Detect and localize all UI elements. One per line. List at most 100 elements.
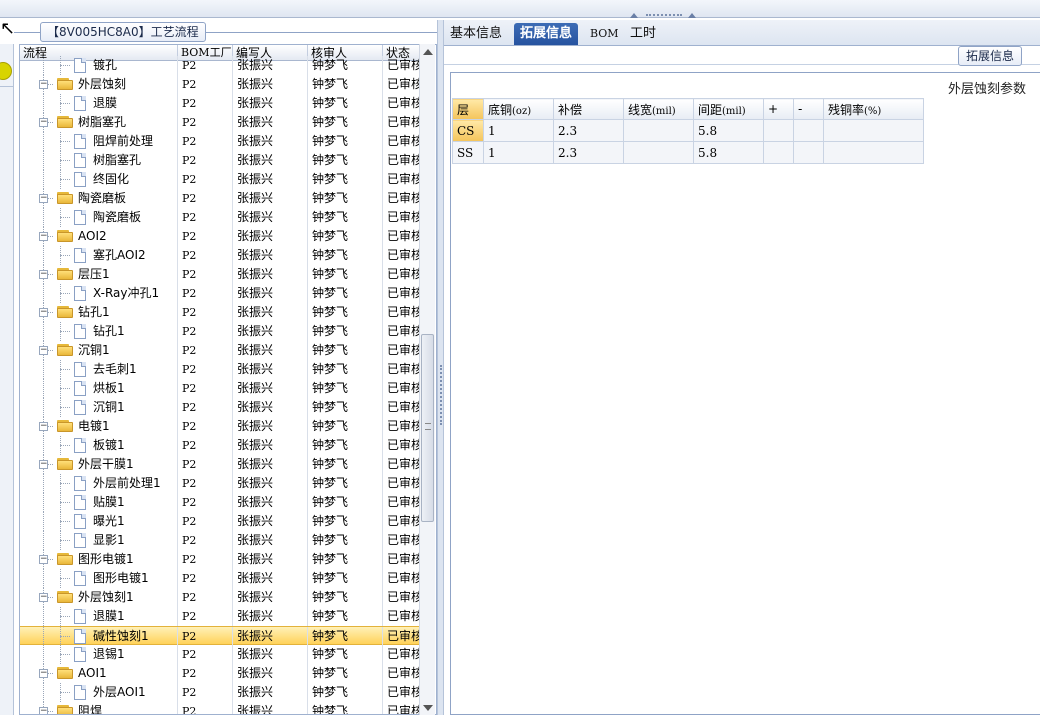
cell-line-width[interactable] [623,141,694,164]
tree-node-cell[interactable]: 退锡1 [20,645,178,664]
collapse-toggle-icon[interactable]: − [39,270,48,279]
tree-node-cell[interactable]: 去毛刺1 [20,360,178,379]
tree-row[interactable]: 碱性蚀刻1 P2 张振兴 钟梦飞 已审核 [20,626,420,646]
cell-spacing[interactable]: 5.8 [693,141,764,164]
tree-node-cell[interactable]: 镀孔 [20,56,178,75]
tree-node-cell[interactable]: − 外层蚀刻1 [20,588,178,607]
cell-base-copper[interactable]: 1 [483,141,554,164]
tree-row[interactable]: 镀孔 P2 张振兴 钟梦飞 已审核 [20,56,420,75]
cell-base-copper[interactable]: 1 [483,119,554,142]
scroll-down-arrow-icon[interactable] [423,705,433,711]
scroll-up-arrow-icon[interactable] [423,49,433,55]
tree-row[interactable]: − 图形电镀1 P2 张振兴 钟梦飞 已审核 [20,550,420,569]
tree-row[interactable]: 退膜1 P2 张振兴 钟梦飞 已审核 [20,607,420,626]
scroll-thumb[interactable] [421,334,434,522]
tree-node-cell[interactable]: − 外层蚀刻 [20,75,178,94]
tree-node-cell[interactable]: − 沉铜1 [20,341,178,360]
tree-row[interactable]: − 电镀1 P2 张振兴 钟梦飞 已审核 [20,417,420,436]
cell-plus[interactable] [763,119,794,142]
tree-node-cell[interactable]: − 陶瓷磨板 [20,189,178,208]
tree-row[interactable]: 贴膜1 P2 张振兴 钟梦飞 已审核 [20,493,420,512]
tree-row[interactable]: − 阻焊 P2 张振兴 钟梦飞 已审核 [20,702,420,714]
collapse-toggle-icon[interactable]: − [39,422,48,431]
collapse-toggle-icon[interactable]: − [39,460,48,469]
col-compensation[interactable]: 补偿 [553,98,624,120]
tree-node-cell[interactable]: 曝光1 [20,512,178,531]
collapse-toggle-icon[interactable]: − [39,118,48,127]
cell-minus[interactable] [793,141,824,164]
cell-layer[interactable]: CS [452,119,484,142]
tree-node-cell[interactable]: 终固化 [20,170,178,189]
tree-node-cell[interactable]: 退膜 [20,94,178,113]
tree-node-cell[interactable]: 塞孔AOI2 [20,246,178,265]
tree-vertical-scrollbar[interactable] [419,44,435,715]
tree-row[interactable]: 显影1 P2 张振兴 钟梦飞 已审核 [20,531,420,550]
collapse-toggle-icon[interactable]: − [39,555,48,564]
col-layer[interactable]: 层 [452,98,484,120]
col-line-width[interactable]: 线宽(mil) [623,98,694,120]
tree-row[interactable]: − 外层蚀刻 P2 张振兴 钟梦飞 已审核 [20,75,420,94]
tree-row[interactable]: − 层压1 P2 张振兴 钟梦飞 已审核 [20,265,420,284]
tree-row[interactable]: 塞孔AOI2 P2 张振兴 钟梦飞 已审核 [20,246,420,265]
tree-row[interactable]: 陶瓷磨板 P2 张振兴 钟梦飞 已审核 [20,208,420,227]
splitter-grip-handle[interactable] [440,365,442,425]
tree-node-cell[interactable]: − 阻焊 [20,702,178,714]
tree-node-cell[interactable]: 烘板1 [20,379,178,398]
splitter-up-arrow-icon-2[interactable] [688,13,696,18]
tree-row[interactable]: − 树脂塞孔 P2 张振兴 钟梦飞 已审核 [20,113,420,132]
col-plus[interactable]: + [763,98,794,120]
cell-plus[interactable] [763,141,794,164]
tree-node-cell[interactable]: 外层前处理1 [20,474,178,493]
tree-row[interactable]: − 沉铜1 P2 张振兴 钟梦飞 已审核 [20,341,420,360]
top-grip-handle[interactable] [646,14,682,17]
tree-row[interactable]: − 陶瓷磨板 P2 张振兴 钟梦飞 已审核 [20,189,420,208]
col-base-copper[interactable]: 底铜(oz) [483,98,554,120]
tree-row[interactable]: − 外层蚀刻1 P2 张振兴 钟梦飞 已审核 [20,588,420,607]
collapse-toggle-icon[interactable]: − [39,346,48,355]
tree-node-cell[interactable]: 外层AOI1 [20,683,178,702]
tree-row[interactable]: 烘板1 P2 张振兴 钟梦飞 已审核 [20,379,420,398]
tree-node-cell[interactable]: 阻焊前处理 [20,132,178,151]
tab-work-hours[interactable]: 工时 [624,23,662,45]
tree-node-cell[interactable]: 沉铜1 [20,398,178,417]
tree-row[interactable]: − 钻孔1 P2 张振兴 钟梦飞 已审核 [20,303,420,322]
tree-node-cell[interactable]: 树脂塞孔 [20,151,178,170]
tree-node-cell[interactable]: − AOI2 [20,227,178,246]
col-spacing[interactable]: 间距(mil) [693,98,764,120]
tree-row[interactable]: 去毛刺1 P2 张振兴 钟梦飞 已审核 [20,360,420,379]
grid-row-cs[interactable]: CS 1 2.3 5.8 [452,119,924,142]
tree-node-cell[interactable]: − AOI1 [20,664,178,683]
tree-node-cell[interactable]: − 外层干膜1 [20,455,178,474]
tree-row[interactable]: 外层前处理1 P2 张振兴 钟梦飞 已审核 [20,474,420,493]
extended-info-button[interactable]: 拓展信息 [958,46,1022,66]
cell-compensation[interactable]: 2.3 [553,119,624,142]
tree-node-cell[interactable]: 图形电镀1 [20,569,178,588]
tree-node-cell[interactable]: 显影1 [20,531,178,550]
tree-node-cell[interactable]: 碱性蚀刻1 [20,627,178,646]
tree-row[interactable]: 外层AOI1 P2 张振兴 钟梦飞 已审核 [20,683,420,702]
panel-splitter[interactable] [437,20,444,715]
col-minus[interactable]: - [793,98,824,120]
tree-row[interactable]: 阻焊前处理 P2 张振兴 钟梦飞 已审核 [20,132,420,151]
tree-node-cell[interactable]: 陶瓷磨板 [20,208,178,227]
tree-node-cell[interactable]: − 层压1 [20,265,178,284]
etching-params-grid[interactable]: 层 底铜(oz) 补偿 线宽(mil) 间距(mil) + - 残铜率(%) C… [452,98,924,164]
tree-node-cell[interactable]: 退膜1 [20,607,178,626]
cell-layer[interactable]: SS [452,141,484,164]
tree-node-cell[interactable]: − 图形电镀1 [20,550,178,569]
tree-row[interactable]: 板镀1 P2 张振兴 钟梦飞 已审核 [20,436,420,455]
cell-line-width[interactable] [623,119,694,142]
col-residual-copper[interactable]: 残铜率(%) [823,98,924,120]
tab-basic-info[interactable]: 基本信息 [444,23,508,45]
tree-row[interactable]: 退锡1 P2 张振兴 钟梦飞 已审核 [20,645,420,664]
tree-row[interactable]: − 外层干膜1 P2 张振兴 钟梦飞 已审核 [20,455,420,474]
tree-node-cell[interactable]: − 钻孔1 [20,303,178,322]
cell-compensation[interactable]: 2.3 [553,141,624,164]
tree-node-cell[interactable]: X-Ray冲孔1 [20,284,178,303]
tree-row[interactable]: 树脂塞孔 P2 张振兴 钟梦飞 已审核 [20,151,420,170]
tab-bom[interactable]: BOM [584,23,625,45]
tree-node-cell[interactable]: 钻孔1 [20,322,178,341]
tree-node-cell[interactable]: 板镀1 [20,436,178,455]
tree-row[interactable]: 曝光1 P2 张振兴 钟梦飞 已审核 [20,512,420,531]
tree-row[interactable]: − AOI1 P2 张振兴 钟梦飞 已审核 [20,664,420,683]
